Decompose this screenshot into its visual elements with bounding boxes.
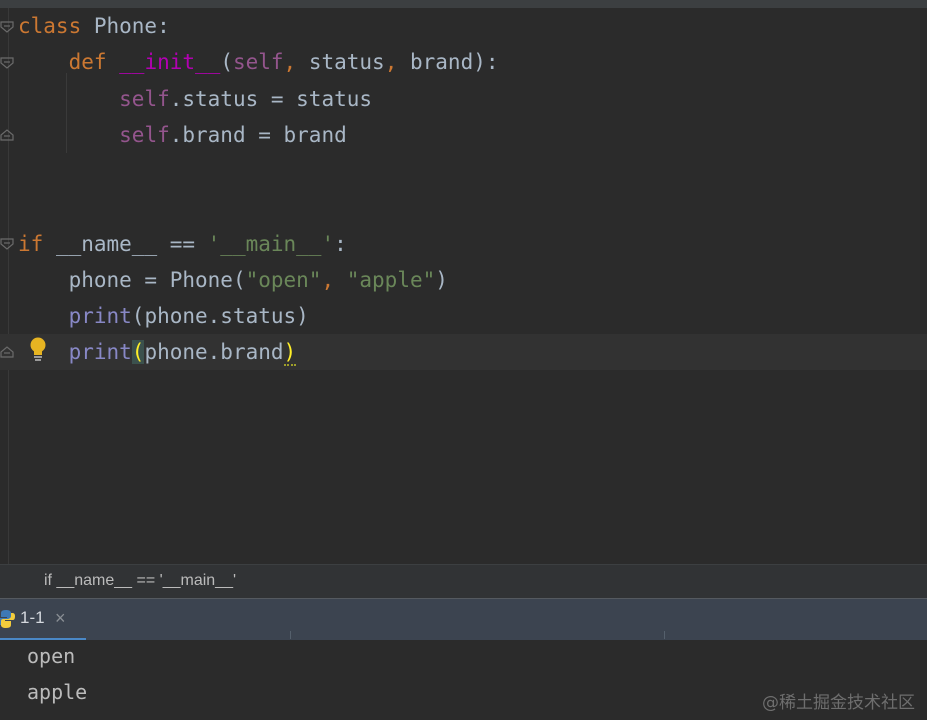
- code-token: Phone: [93, 14, 158, 38]
- breadcrumb[interactable]: if __name__ == '__main__': [44, 572, 236, 590]
- fold-end-icon[interactable]: [0, 128, 14, 142]
- code-text: self.brand = brand: [18, 117, 347, 153]
- fold-end-icon[interactable]: [0, 345, 14, 359]
- code-token: .status = status: [169, 87, 373, 111]
- fold-marker-icon[interactable]: [0, 56, 14, 70]
- code-token: .brand = brand: [169, 123, 347, 147]
- code-token: print: [68, 340, 132, 364]
- code-token: (: [220, 50, 233, 74]
- close-icon[interactable]: ×: [55, 608, 66, 629]
- code-token: phone.brand: [144, 340, 284, 364]
- lightbulb-icon[interactable]: [27, 336, 49, 364]
- code-token: if: [18, 232, 56, 256]
- code-line[interactable]: def __init__(self, status, brand):: [0, 44, 927, 80]
- code-token: :: [157, 14, 170, 38]
- code-token: ):: [473, 50, 499, 74]
- code-text: phone = Phone("open", "apple"): [18, 262, 448, 298]
- watermark: @稀土掘金技术社区: [762, 693, 915, 713]
- code-text: print(phone.status): [18, 298, 309, 334]
- code-text: print(phone.brand): [18, 334, 297, 370]
- run-tab[interactable]: 1-1 ×: [0, 599, 86, 641]
- code-line[interactable]: phone = Phone("open", "apple"): [0, 262, 927, 298]
- code-token: (: [131, 340, 145, 364]
- code-token: ,: [283, 50, 309, 74]
- fold-marker-icon[interactable]: [0, 20, 14, 34]
- code-token: ): [283, 340, 297, 366]
- code-editor[interactable]: class Phone: def __init__(self, status, …: [0, 8, 927, 564]
- code-token: __init__: [119, 50, 221, 74]
- run-tab-label: 1-1: [20, 608, 45, 627]
- run-tab-bar: 1-1 ×: [0, 598, 927, 641]
- code-line[interactable]: print(phone.status): [0, 298, 927, 334]
- console-output-line: apple: [27, 680, 88, 704]
- code-line[interactable]: self.brand = brand: [0, 117, 927, 153]
- code-token: self: [119, 123, 170, 147]
- code-line[interactable]: class Phone:: [0, 8, 927, 44]
- code-text: class Phone:: [18, 8, 170, 44]
- code-line[interactable]: [0, 189, 927, 225]
- code-token: (phone.status): [131, 304, 309, 328]
- code-token: ,: [384, 50, 410, 74]
- code-line[interactable]: [0, 153, 927, 189]
- code-token: "apple": [346, 268, 436, 292]
- code-text: def __init__(self, status, brand):: [18, 44, 499, 80]
- breadcrumb-bar: if __name__ == '__main__': [0, 564, 927, 599]
- code-token: '__main__': [207, 232, 335, 256]
- code-token: :: [334, 232, 347, 256]
- tab-separator: [664, 631, 665, 639]
- code-token: def: [68, 50, 120, 74]
- code-text: self.status = status: [18, 81, 372, 117]
- code-line[interactable]: if __name__ == '__main__':: [0, 226, 927, 262]
- code-text: if __name__ == '__main__':: [18, 226, 347, 262]
- code-token: "open": [245, 268, 322, 292]
- code-token: phone = Phone(: [68, 268, 246, 292]
- code-token: ): [435, 268, 448, 292]
- code-token: self: [232, 50, 284, 74]
- code-token: brand: [410, 50, 474, 74]
- code-token: print: [68, 304, 132, 328]
- code-token: class: [18, 14, 94, 38]
- code-line[interactable]: self.status = status: [0, 81, 927, 117]
- code-token: ,: [321, 268, 347, 292]
- fold-marker-icon[interactable]: [0, 237, 14, 251]
- python-icon: [0, 609, 15, 629]
- code-line[interactable]: print(phone.brand): [0, 334, 927, 370]
- tab-separator: [290, 631, 291, 639]
- code-token: __name__ ==: [55, 232, 208, 256]
- code-token: self: [119, 87, 170, 111]
- code-token: status: [308, 50, 385, 74]
- console-output-line: open: [27, 644, 76, 668]
